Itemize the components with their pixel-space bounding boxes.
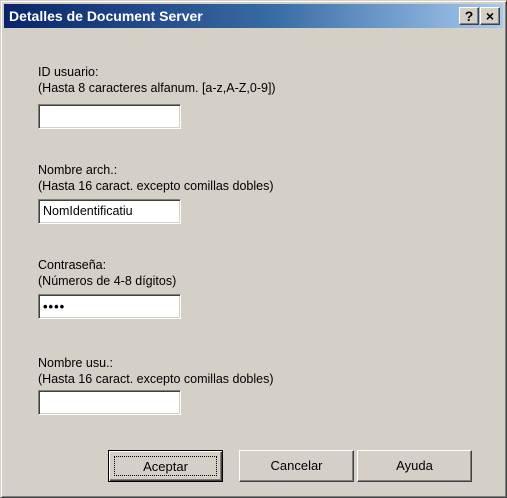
dialog-title: Detalles de Document Server	[9, 8, 203, 24]
password-label: Contraseña:	[38, 258, 107, 272]
accept-button[interactable]: Aceptar	[108, 450, 223, 482]
file-name-label: Nombre arch.:	[38, 163, 118, 177]
user-name-label: Nombre usu.:	[38, 356, 114, 370]
file-name-input[interactable]: NomIdentificatiu	[38, 199, 181, 224]
accept-button-label: Aceptar	[114, 456, 217, 476]
title-bar[interactable]: Detalles de Document Server ? ×	[4, 4, 503, 28]
user-id-input[interactable]	[38, 104, 181, 129]
help-icon[interactable]: ?	[459, 7, 479, 25]
user-name-hint: (Hasta 16 caract. excepto comillas doble…	[38, 372, 274, 386]
user-id-label: ID usuario:	[38, 65, 99, 79]
close-icon[interactable]: ×	[480, 7, 500, 25]
user-name-input[interactable]	[38, 390, 181, 415]
document-server-details-dialog: Detalles de Document Server ? × ID usuar…	[0, 0, 507, 498]
help-button[interactable]: Ayuda	[357, 450, 472, 482]
cancel-button[interactable]: Cancelar	[239, 450, 354, 482]
file-name-hint: (Hasta 16 caract. excepto comillas doble…	[38, 179, 274, 193]
password-hint: (Números de 4-8 dígitos)	[38, 274, 177, 288]
password-input[interactable]: ••••	[38, 294, 181, 319]
user-id-hint: (Hasta 8 caracteres alfanum. [a-z,A-Z,0-…	[38, 81, 276, 95]
